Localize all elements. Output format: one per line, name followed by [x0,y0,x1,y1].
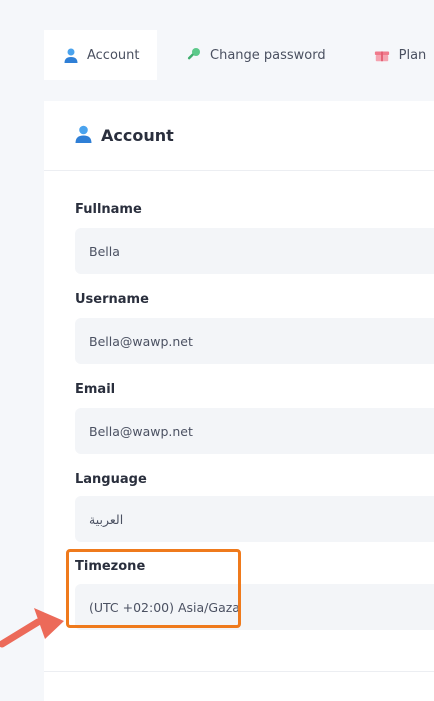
email-label: Email [75,382,116,397]
pointer-arrow-icon [0,608,64,648]
tab-change-password-label: Change password [210,47,326,63]
fullname-field[interactable]: Bella [75,228,434,274]
card-title: Account [101,126,174,145]
key-icon [185,47,201,63]
tab-plan[interactable]: Plan [374,30,427,80]
user-icon [64,47,78,63]
tab-change-password[interactable]: Change password [185,30,326,80]
user-icon [75,125,92,147]
tab-account[interactable]: Account [44,30,157,80]
card-header: Account [44,101,434,171]
divider [44,671,434,672]
timezone-highlight-box [66,549,241,628]
tab-account-label: Account [87,47,140,63]
language-select[interactable]: العربية [75,496,434,542]
fullname-label: Fullname [75,202,142,217]
username-label: Username [75,292,149,307]
tab-plan-label: Plan [398,47,427,63]
tab-bar: Account Change password Plan [44,30,434,80]
email-field[interactable]: Bella@wawp.net [75,408,434,454]
username-field[interactable]: Bella@wawp.net [75,318,434,364]
language-label: Language [75,472,147,487]
gift-box-icon [374,47,390,63]
